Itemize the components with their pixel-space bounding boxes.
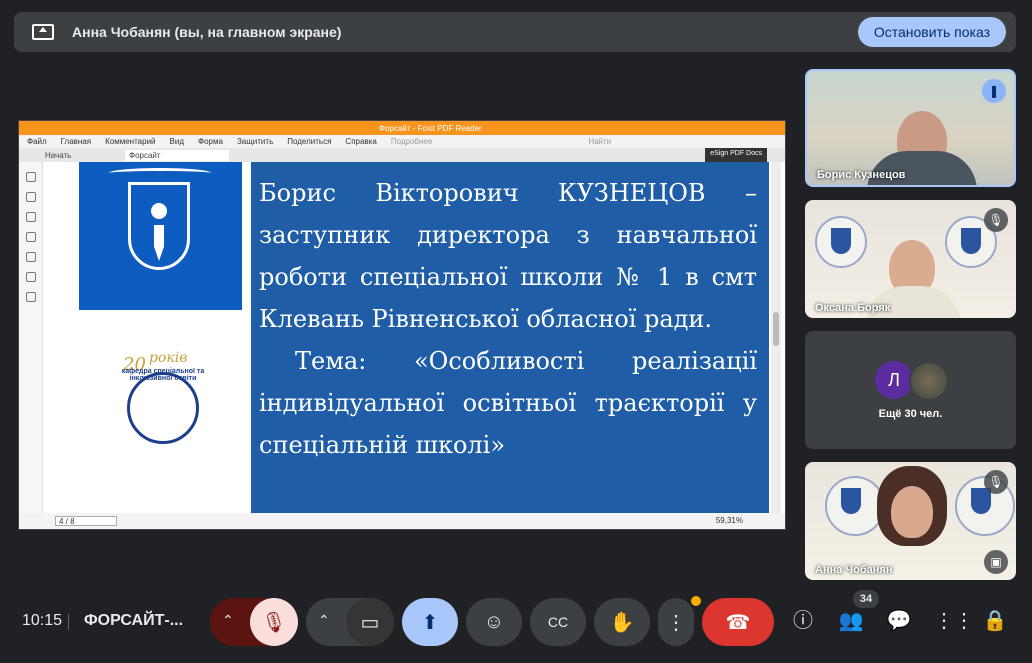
more-participants-label: Ещё 30 чел.	[878, 408, 943, 420]
participant-tile[interactable]: ❚ Борис Кузнецов	[805, 69, 1016, 187]
search-field[interactable]: Найти	[588, 137, 611, 146]
emoji-button[interactable]: ☺	[466, 598, 522, 646]
speaking-indicator-icon: ❚	[982, 79, 1006, 103]
participant-face	[891, 486, 933, 538]
layers-icon[interactable]	[26, 232, 36, 242]
tab-start[interactable]: Начать	[41, 150, 75, 161]
raise-hand-button[interactable]: ✋	[594, 598, 650, 646]
more-participants-tile[interactable]: Л Ещё 30 чел.	[805, 331, 1016, 449]
talk-theme: Тема: «Особливості реалізації індивідуал…	[259, 347, 757, 459]
slide-text-panel: Борис Вікторович КУЗНЕЦОВ – заступник ди…	[251, 162, 769, 514]
pages-icon[interactable]	[26, 192, 36, 202]
menu-form[interactable]: Форма	[198, 137, 223, 146]
call-controls-bar: 10:15 ФОРСАЙТ-... ⌃ 🎙 ⌃ ▭ ⬆ ☺ CC ✋ ⋮ ☎ ⓘ…	[0, 590, 1032, 646]
menu-comment[interactable]: Комментарий	[105, 137, 155, 146]
reader-scrollbar[interactable]	[771, 162, 781, 514]
stop-presenting-button[interactable]: Остановить показ	[857, 17, 1006, 47]
pin-icon[interactable]: ▣	[984, 550, 1008, 574]
activities-icon[interactable]: ⋮⋮	[934, 608, 974, 634]
signature-icon[interactable]	[26, 292, 36, 302]
clock: 10:15	[22, 612, 63, 629]
participant-tile[interactable]: 🎙 Оксана Боряк	[805, 200, 1016, 318]
menu-view[interactable]: Вид	[170, 137, 184, 146]
esign-button[interactable]: eSign PDF Docs	[705, 148, 767, 162]
leave-call-button[interactable]: ☎	[702, 598, 774, 646]
participant-name: Анна Чобанян	[815, 564, 893, 576]
notification-dot	[691, 596, 701, 606]
participant-name: Оксана Боряк	[815, 302, 891, 314]
host-controls-icon[interactable]: 🔒	[982, 608, 1008, 634]
university-logo	[79, 162, 242, 310]
lock-icon[interactable]	[26, 272, 36, 282]
reader-titlebar: Форсайт - Foxit PDF Reader	[19, 121, 785, 135]
menu-file[interactable]: Файл	[27, 137, 47, 146]
book-icon	[109, 168, 211, 178]
present-button[interactable]: ⬆	[402, 598, 458, 646]
participant-tile[interactable]: 🎙 ▣ Анна Чобанян	[805, 462, 1016, 580]
people-icon[interactable]: 👥	[838, 608, 864, 634]
pen-emblem-icon	[128, 182, 190, 270]
shared-screen: Форсайт - Foxit PDF Reader Файл Главная …	[18, 120, 786, 530]
menu-home[interactable]: Главная	[61, 137, 91, 146]
meeting-title[interactable]: ФОРСАЙТ-...	[84, 612, 183, 630]
avatar: Л	[875, 361, 913, 399]
reader-window-title: Форсайт - Foxit PDF Reader	[379, 124, 482, 133]
captions-button[interactable]: CC	[530, 598, 586, 646]
zoom-level[interactable]: 59,31%	[716, 516, 743, 525]
participant-name: Борис Кузнецов	[817, 169, 906, 181]
chat-icon[interactable]: 💬	[886, 608, 912, 634]
reader-statusbar: 4 / 8 59,31%	[19, 513, 785, 529]
chevron-up-icon[interactable]: ⌃	[318, 612, 330, 629]
reader-sidebar	[19, 162, 43, 514]
menu-more[interactable]: Подробнее	[391, 137, 433, 146]
menu-protect[interactable]: Защитить	[237, 137, 273, 146]
info-icon[interactable]: ⓘ	[790, 608, 816, 634]
pdf-page: 20 років кафедра спеціальної та інклюзив…	[51, 162, 769, 514]
mother-child-icon	[127, 372, 199, 444]
page-indicator[interactable]: 4 / 8	[55, 516, 117, 526]
divider	[68, 614, 69, 630]
crest-icon	[815, 216, 867, 268]
present-screen-icon	[32, 24, 54, 40]
logo-word: років	[149, 350, 188, 366]
chevron-up-icon[interactable]: ⌃	[222, 612, 234, 629]
presenting-label: Анна Чобанян (вы, на главном экране)	[72, 24, 342, 40]
mic-control-group: ⌃ 🎙	[210, 598, 298, 646]
crest-icon	[825, 476, 885, 536]
menu-help[interactable]: Справка	[345, 137, 376, 146]
people-count-badge: 34	[853, 590, 879, 608]
mic-off-icon: 🎙	[984, 208, 1008, 232]
department-logo: 20 років кафедра спеціальної та інклюзив…	[109, 350, 217, 462]
menu-share[interactable]: Поделиться	[287, 137, 331, 146]
reader-tabs: Начать Форсайт eSign PDF Docs	[19, 148, 785, 162]
tab-forsight[interactable]: Форсайт	[125, 150, 229, 161]
mic-off-button[interactable]: 🎙	[250, 598, 298, 646]
camera-button[interactable]: ▭	[346, 598, 394, 646]
bookmark-icon[interactable]	[26, 172, 36, 182]
mic-off-icon: 🎙	[984, 470, 1008, 494]
speaker-description: Борис Вікторович КУЗНЕЦОВ – заступник ди…	[259, 179, 757, 333]
presenting-banner: Анна Чобанян (вы, на главном экране) Ост…	[14, 12, 1016, 52]
camera-control-group: ⌃ ▭	[306, 598, 394, 646]
attachment-icon[interactable]	[26, 252, 36, 262]
reader-menubar: Файл Главная Комментарий Вид Форма Защит…	[19, 135, 785, 148]
avatar	[909, 361, 949, 401]
comment-icon[interactable]	[26, 212, 36, 222]
more-options-button[interactable]: ⋮	[658, 598, 694, 646]
